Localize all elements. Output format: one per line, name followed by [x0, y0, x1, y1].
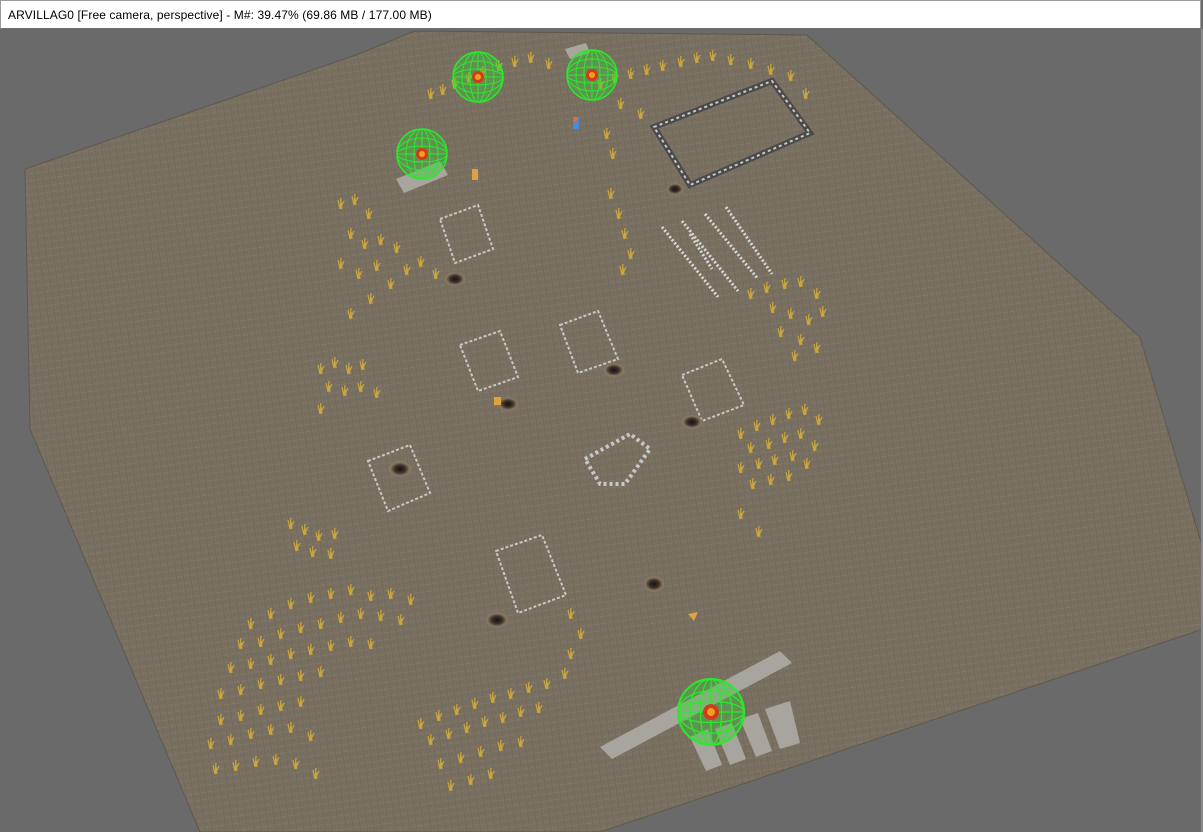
3d-viewport[interactable] [0, 29, 1203, 832]
window-title: ARVILLAG0 [Free camera, perspective] - M… [8, 8, 432, 22]
editor-window: ARVILLAG0 [Free camera, perspective] - M… [0, 0, 1203, 832]
scene-canvas[interactable] [0, 29, 1203, 832]
title-bar[interactable]: ARVILLAG0 [Free camera, perspective] - M… [0, 0, 1201, 29]
terrain-mesh[interactable] [25, 31, 1203, 832]
